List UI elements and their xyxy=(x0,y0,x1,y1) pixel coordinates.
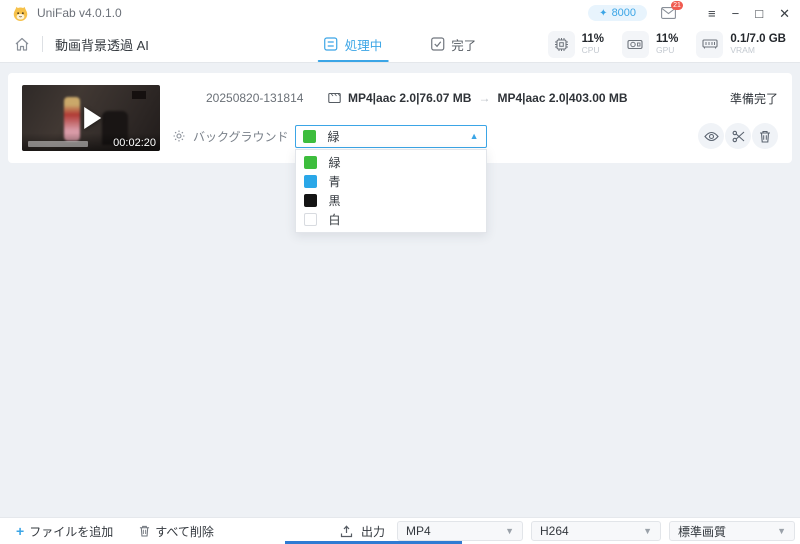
gpu-label: GPU xyxy=(655,44,675,55)
option-white[interactable]: 白 xyxy=(296,210,486,229)
cpu-stat: 11% CPU xyxy=(547,30,604,58)
source-format: MP4|aac 2.0|76.07 MB xyxy=(348,91,472,105)
blue-swatch xyxy=(303,174,317,188)
menu-button[interactable]: ≡ xyxy=(708,7,716,20)
processing-list-icon xyxy=(324,37,338,51)
format-select[interactable]: MP4 ▼ xyxy=(397,521,523,541)
delete-button[interactable] xyxy=(752,123,778,149)
output-label: 出力 xyxy=(360,524,385,539)
chevron-down-icon: ▼ xyxy=(643,526,652,536)
vram-value: 0.1/7.0 GB xyxy=(730,32,786,45)
gpu-value: 11% xyxy=(655,32,679,45)
trash-icon xyxy=(140,525,150,537)
tab-completed[interactable]: 完了 xyxy=(428,26,478,62)
add-files-button[interactable]: + ファイルを追加 xyxy=(16,523,113,540)
chevron-up-icon: ▲ xyxy=(469,131,479,141)
footer-toolbar: + ファイルを追加 すべて削除 出力 MP4 ▼ H264 ▼ 標準画質 ▼ xyxy=(0,517,800,544)
play-icon[interactable] xyxy=(84,107,102,129)
system-stats: 11% CPU 11% GPU 0.1/7.0 GB VRAM xyxy=(547,30,786,58)
option-green[interactable]: 緑 xyxy=(296,153,486,172)
mail-notification-badge: 21 xyxy=(671,1,684,10)
trash-icon xyxy=(760,130,770,143)
task-list-area: 00:02:20 20250820-131814 MP4|aac 2.0|76.… xyxy=(0,63,800,517)
trim-button[interactable] xyxy=(725,123,751,149)
minimize-button[interactable]: − xyxy=(732,7,740,20)
star-icon: ✦ xyxy=(599,7,608,19)
quality-value: 標準画質 xyxy=(678,524,727,539)
cpu-value: 11% xyxy=(581,32,604,45)
background-label: バックグラウンド xyxy=(193,129,289,144)
delete-all-label: すべて削除 xyxy=(155,524,214,539)
chevron-down-icon: ▼ xyxy=(777,526,786,536)
thumbnail-lamp xyxy=(132,91,146,99)
arrow-icon: → xyxy=(478,91,491,105)
codec-select[interactable]: H264 ▼ xyxy=(531,521,661,541)
cpu-icon xyxy=(547,30,575,58)
vram-label: VRAM xyxy=(730,44,755,55)
vram-icon xyxy=(696,30,724,58)
titlebar: UniFab v4.0.1.0 ✦ 8000 21 ≡ − □ ✕ xyxy=(0,0,800,26)
plus-icon: + xyxy=(16,523,25,539)
video-thumbnail[interactable]: 00:02:20 xyxy=(22,85,160,151)
vram-stat: 0.1/7.0 GB VRAM xyxy=(696,30,786,58)
format-value: MP4 xyxy=(406,524,431,538)
cpu-label: CPU xyxy=(581,44,600,55)
selected-color-label: 緑 xyxy=(327,129,340,144)
navbar: 動画背景透過 AI 処理中 完了 11% CPU 11% GPU 0.1/7.0… xyxy=(0,26,800,63)
chevron-down-icon: ▼ xyxy=(505,526,514,536)
home-button[interactable] xyxy=(14,37,30,52)
selected-color-swatch xyxy=(302,129,316,143)
background-select[interactable]: 緑 ▲ xyxy=(294,124,487,148)
mail-button[interactable]: 21 xyxy=(661,1,684,19)
add-files-label: ファイルを追加 xyxy=(29,524,114,539)
background-select-wrap: 緑 ▲ 緑 青 黒 白 xyxy=(294,124,487,233)
tab-processing[interactable]: 処理中 xyxy=(317,26,388,62)
credits-value: 8000 xyxy=(611,7,637,19)
unifab-window: UniFab v4.0.1.0 ✦ 8000 21 ≡ − □ ✕ 動画背景透過… xyxy=(0,0,800,544)
green-swatch xyxy=(303,155,317,169)
video-duration: 00:02:20 xyxy=(113,137,156,149)
divider xyxy=(42,36,43,52)
task-card: 00:02:20 20250820-131814 MP4|aac 2.0|76.… xyxy=(8,73,792,233)
credits-badge[interactable]: ✦ 8000 xyxy=(588,5,648,21)
task-actions xyxy=(698,123,778,149)
app-title: UniFab v4.0.1.0 xyxy=(37,6,122,20)
tab-processing-label: 処理中 xyxy=(344,38,383,53)
preview-button[interactable] xyxy=(698,123,724,149)
file-name: 20250820-131814 xyxy=(206,91,304,105)
codec-value: H264 xyxy=(540,524,569,538)
tab-completed-label: 完了 xyxy=(451,38,477,53)
option-black[interactable]: 黒 xyxy=(296,191,486,210)
subtitle-overlay xyxy=(28,141,88,147)
page-title: 動画背景透過 AI xyxy=(55,37,149,53)
option-blue[interactable]: 青 xyxy=(296,172,486,191)
gpu-stat: 11% GPU xyxy=(621,30,679,58)
status-text: 準備完了 xyxy=(729,91,778,106)
close-button[interactable]: ✕ xyxy=(779,7,790,20)
format-info: MP4|aac 2.0|76.07 MB → MP4|aac 2.0|403.0… xyxy=(328,91,628,105)
scissors-icon xyxy=(732,130,744,142)
output-icon xyxy=(340,524,353,537)
unifab-logo-icon xyxy=(13,6,28,21)
quality-select[interactable]: 標準画質 ▼ xyxy=(669,521,795,541)
delete-all-button[interactable]: すべて削除 xyxy=(139,523,214,540)
white-swatch xyxy=(303,212,317,226)
completed-check-icon xyxy=(430,37,444,51)
background-settings-icon xyxy=(172,129,186,143)
eye-icon xyxy=(703,131,719,141)
tab-bar: 処理中 完了 xyxy=(317,26,479,62)
gpu-icon xyxy=(621,30,649,58)
output-settings: 出力 MP4 ▼ H264 ▼ 標準画質 ▼ xyxy=(340,521,795,541)
background-dropdown: 緑 青 黒 白 xyxy=(294,148,487,233)
output-format: MP4|aac 2.0|403.00 MB xyxy=(497,91,628,105)
home-icon xyxy=(15,37,29,51)
video-file-icon xyxy=(328,92,341,104)
black-swatch xyxy=(303,193,317,207)
maximize-button[interactable]: □ xyxy=(755,7,763,20)
